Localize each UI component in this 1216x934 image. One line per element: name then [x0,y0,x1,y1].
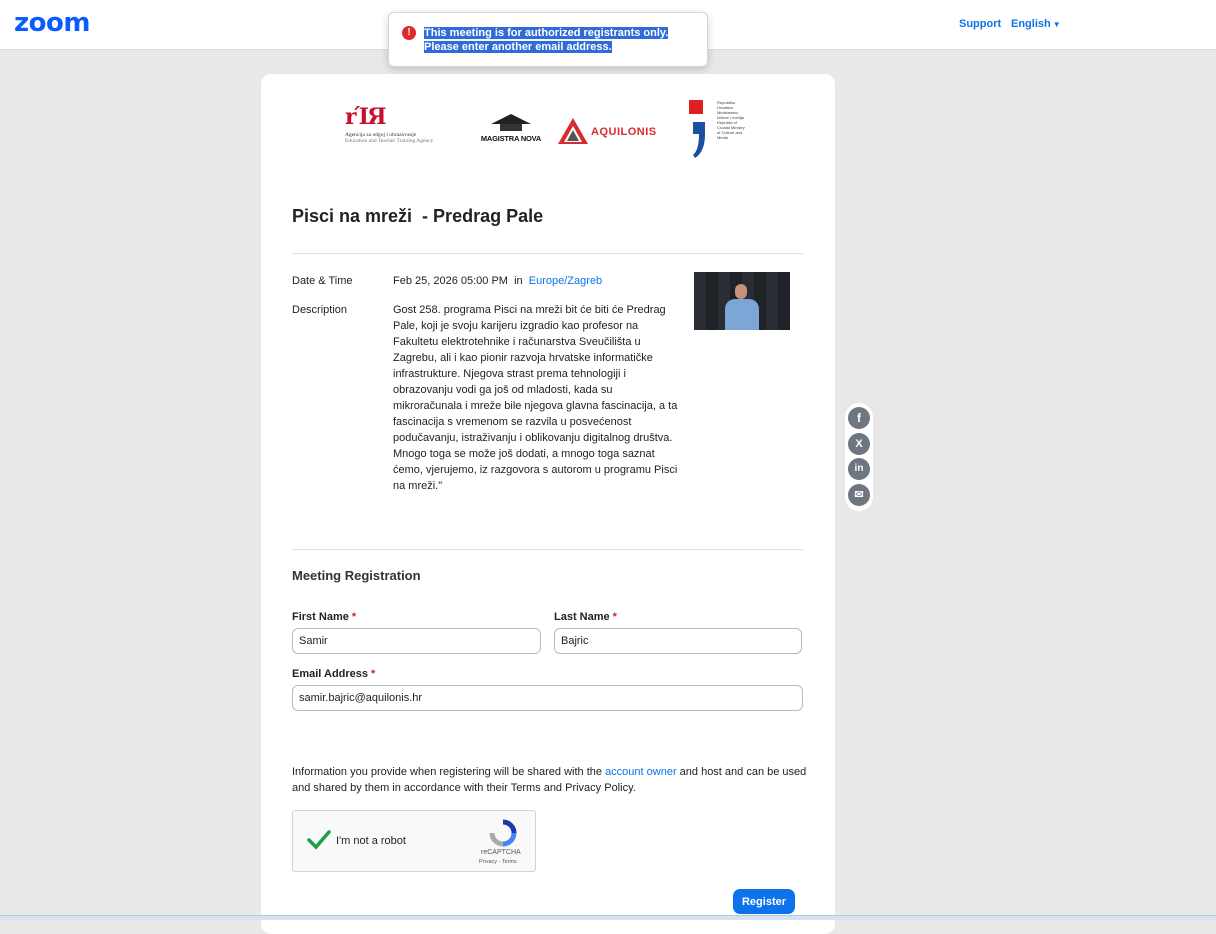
account-owner-link[interactable]: account owner [605,766,677,778]
meeting-title: Pisci na mreži - Predrag Pale [292,206,544,226]
meeting-date: Feb 25, 2026 05:00 PM [393,275,508,287]
linkedin-icon[interactable]: in [848,458,870,480]
recaptcha-widget: I'm not a robot reCAPTCHA Privacy - Term… [292,810,536,872]
registration-section-title: Meeting Registration [292,568,421,583]
error-message-line1: This meeting is for authorized registran… [424,27,669,39]
support-link[interactable]: Support [959,18,1001,30]
aquilonis-text: AQUILONIS [591,126,657,138]
speaker-photo [694,272,790,330]
registration-card: rΊЯ Agencija za odgoj i obrazovanje Educ… [261,74,835,934]
magistra-nova-text: MAGISTRA NOVA [480,134,542,143]
captcha-label: I'm not a robot [336,835,406,847]
facebook-icon[interactable]: f [848,407,870,429]
description-text: Gost 258. programa Pisci na mreži bit će… [393,304,678,492]
azoo-logo: rΊЯ Agencija za odgoj i obrazovanje Educ… [345,104,460,158]
privacy-disclaimer: Information you provide when registering… [292,766,807,794]
required-mark: * [371,668,376,680]
recaptcha-links[interactable]: Privacy - Terms [479,859,517,865]
ministry-text: Republika Hrvatska Ministarstvo kulture … [717,100,745,140]
language-selector[interactable]: English ▼ [1011,18,1061,30]
zoom-logo[interactable]: zoom [14,8,90,38]
divider [292,253,803,254]
aquilonis-mark-icon [558,118,588,144]
error-message: This meeting is for authorized registran… [424,26,669,54]
bottom-edge [0,915,1216,920]
register-button[interactable]: Register [733,889,795,914]
required-mark: * [612,611,617,623]
x-icon[interactable]: X [848,433,870,455]
ministry-mark-icon [693,122,705,158]
sponsor-logos: rΊЯ Agencija za odgoj i obrazovanje Educ… [345,100,745,164]
error-message-line2: Please enter another email address. [424,41,612,53]
required-mark: * [351,611,357,623]
azoo-mark: rΊЯ [345,104,387,130]
magistra-nova-logo: MAGISTRA NOVA [478,114,544,154]
email-input[interactable] [292,685,803,711]
social-share-bar: f X in ✉ [845,403,873,511]
date-time-label: Date & Time [292,275,353,287]
graduation-cap-icon [491,114,531,124]
email-label: Email Address * [292,668,376,680]
aquilonis-logo: AQUILONIS [557,116,667,146]
description-label: Description [292,304,348,316]
error-toast: ! This meeting is for authorized registr… [388,12,708,67]
last-name-input[interactable] [554,628,802,654]
ministry-logo: Republika Hrvatska Ministarstvo kulture … [689,100,749,164]
last-name-label: Last Name * [554,611,617,623]
error-icon: ! [402,26,416,40]
azoo-name-en: Education and Teacher Training Agency [345,138,434,144]
in-text: in [514,275,523,287]
chevron-down-icon: ▼ [1052,20,1061,29]
first-name-label: First Name * [292,611,357,623]
first-name-input[interactable] [292,628,541,654]
language-label: English [1011,18,1051,30]
checkmark-icon[interactable] [307,827,331,851]
date-time-value: Feb 25, 2026 05:00 PM in Europe/Zagreb [393,275,602,287]
recaptcha-logo-icon [489,819,517,847]
timezone-link[interactable]: Europe/Zagreb [529,275,602,287]
recaptcha-brand: reCAPTCHA [481,849,521,856]
email-share-icon[interactable]: ✉ [848,484,870,506]
divider [292,549,803,550]
